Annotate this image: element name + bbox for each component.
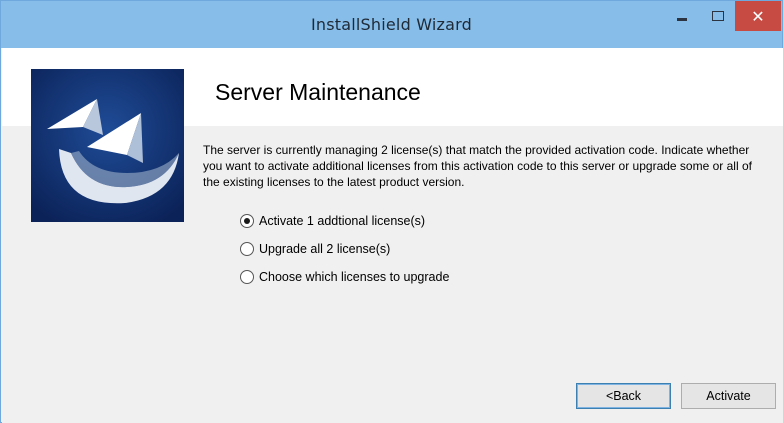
installshield-logo-icon [31,69,184,222]
option-activate-additional[interactable]: Activate 1 addtional license(s) [240,212,425,230]
option-label: Upgrade all 2 license(s) [259,242,391,256]
close-icon: ✕ [751,6,765,26]
option-choose-licenses[interactable]: Choose which licenses to upgrade [240,268,449,286]
installer-window: InstallShield Wizard ✕ Server Maintenanc… [0,0,783,423]
back-button[interactable]: <Back [576,383,671,409]
maximize-icon [712,11,724,21]
radio-selected-icon[interactable] [240,214,254,228]
option-label: Activate 1 addtional license(s) [259,214,426,228]
option-upgrade-all[interactable]: Upgrade all 2 license(s) [240,240,390,258]
description-text: The server is currently managing 2 licen… [203,143,752,189]
close-button[interactable]: ✕ [735,1,781,31]
option-label: Choose which licenses to upgrade [259,270,450,284]
radio-unselected-icon[interactable] [240,242,254,256]
maximize-button[interactable] [701,1,735,31]
activate-button[interactable]: Activate [681,383,776,409]
minimize-button[interactable] [665,1,699,31]
radio-unselected-icon[interactable] [240,270,254,284]
title-bar[interactable]: InstallShield Wizard ✕ [1,1,782,48]
page-title: Server Maintenance [215,79,421,105]
minimize-icon [677,17,687,21]
